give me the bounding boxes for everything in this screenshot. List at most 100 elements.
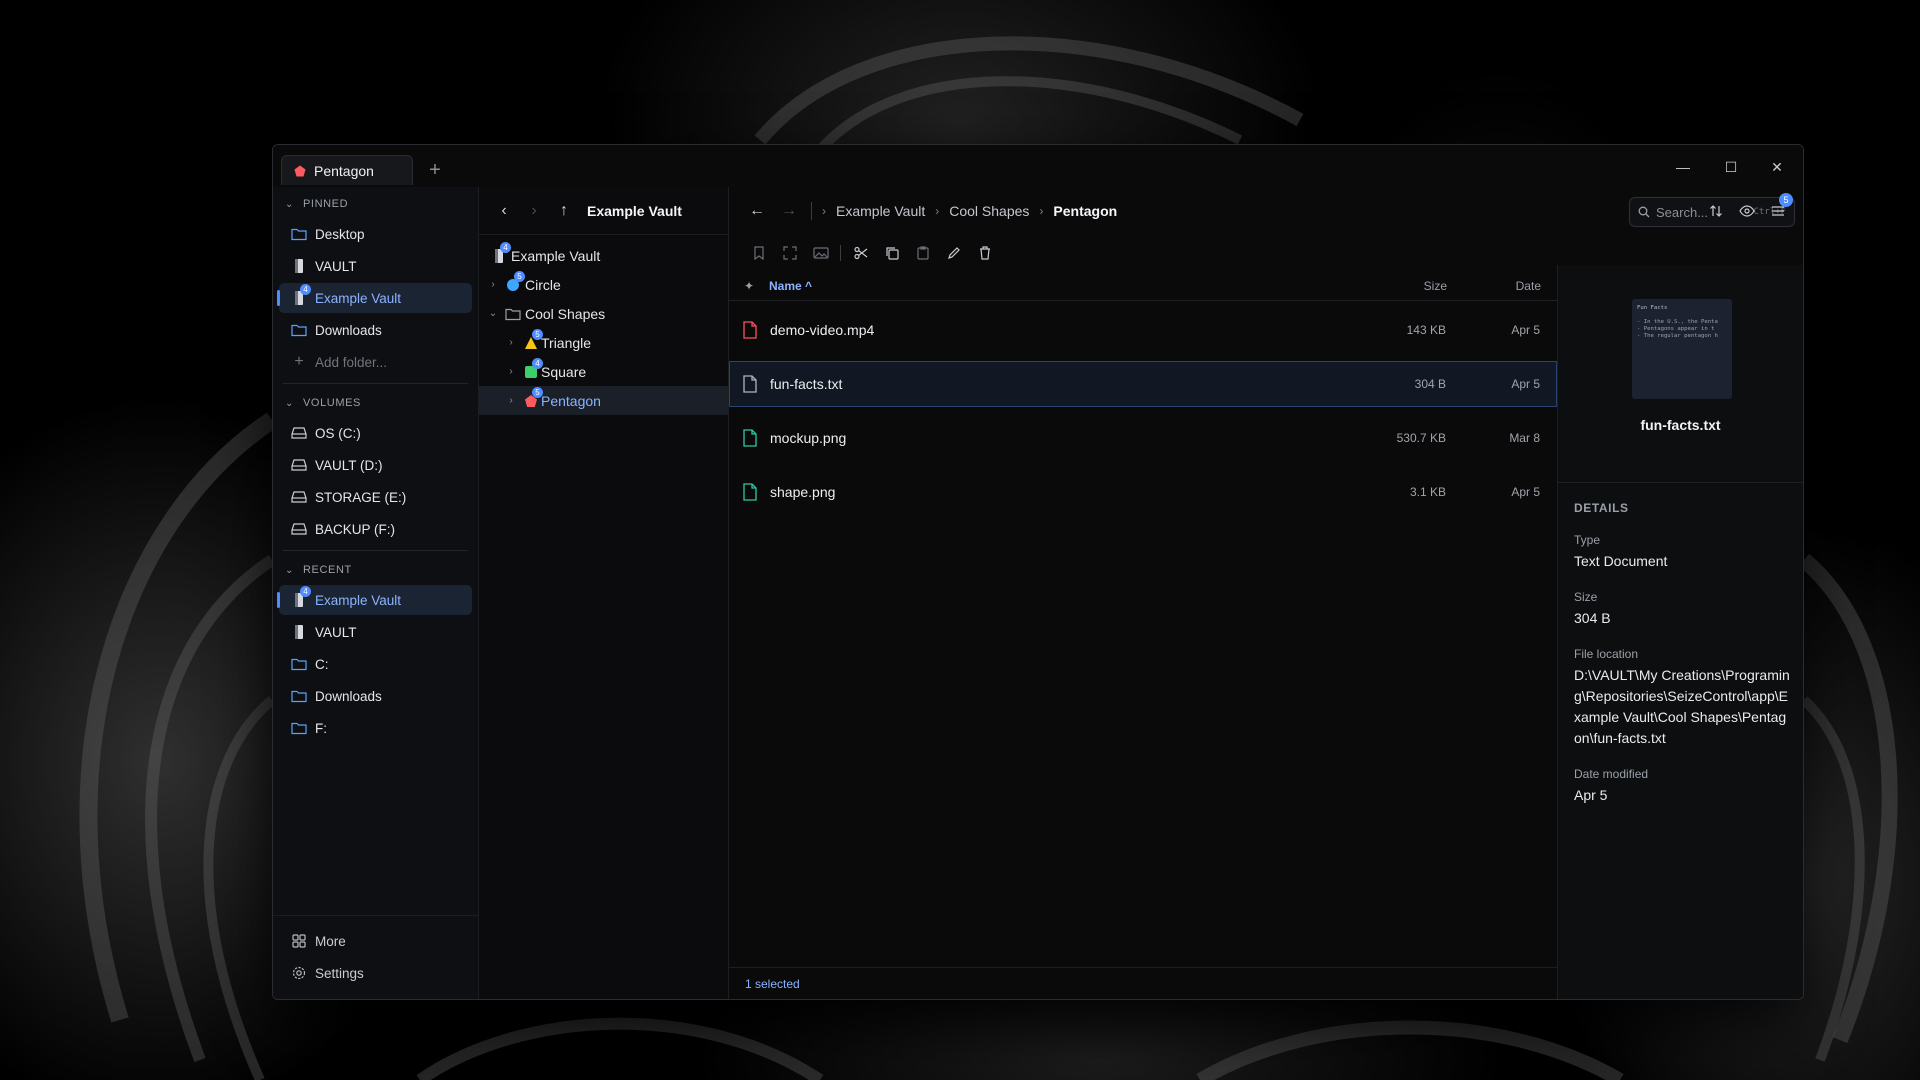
selection-count: 1 selected xyxy=(745,976,800,991)
preview-toggle-button[interactable] xyxy=(1731,197,1762,225)
folder-icon xyxy=(291,688,307,704)
chevron-down-icon: ⌄ xyxy=(285,564,294,576)
image-button[interactable] xyxy=(805,239,836,267)
copy-icon xyxy=(885,247,899,260)
more-button[interactable]: More xyxy=(279,926,472,956)
date-modified-value: Apr 5 xyxy=(1574,787,1608,803)
section-header-pinned[interactable]: ⌄ PINNED xyxy=(273,191,478,217)
file-size: 304 B xyxy=(1414,377,1446,391)
size-value: 304 B xyxy=(1574,610,1611,626)
maximize-button[interactable]: ☐ xyxy=(1709,153,1753,181)
back-arrow-icon[interactable]: ‹ xyxy=(489,202,519,220)
chevron-right-icon[interactable]: › xyxy=(505,366,517,377)
tree-node-triangle[interactable]: › 5 Triangle xyxy=(479,328,728,357)
recent-item-c[interactable]: C: xyxy=(279,649,472,679)
chevron-right-icon[interactable]: › xyxy=(487,279,499,290)
count-badge: 5 xyxy=(1779,193,1793,207)
rename-button[interactable] xyxy=(938,239,969,267)
recent-item-example-vault[interactable]: 4 Example Vault xyxy=(277,585,472,615)
tab-label: Pentagon xyxy=(314,162,374,179)
recent-item-downloads[interactable]: Downloads xyxy=(279,681,472,711)
folder-icon xyxy=(291,322,307,338)
file-date: Apr 5 xyxy=(1511,323,1540,337)
tree-header: ‹ › ↑ Example Vault xyxy=(479,187,728,235)
pentagon-shape-icon: 5 xyxy=(523,386,543,409)
column-size[interactable]: Size xyxy=(1327,279,1447,293)
close-button[interactable]: ✕ xyxy=(1755,153,1799,181)
bookmark-button[interactable] xyxy=(743,239,774,267)
up-arrow-icon[interactable]: ↑ xyxy=(549,202,579,220)
tree-node-example-vault[interactable]: 4 Example Vault xyxy=(479,241,728,270)
minimize-button[interactable]: — xyxy=(1661,153,1705,181)
triangle-shape-icon: 5 xyxy=(523,328,543,351)
section-header-volumes[interactable]: ⌄ VOLUMES xyxy=(273,390,478,416)
chevron-down-icon[interactable]: ⌄ xyxy=(487,308,499,319)
folder-icon xyxy=(291,656,307,672)
sidebar-item-vault[interactable]: VAULT xyxy=(279,251,472,281)
size-label: Size xyxy=(1574,590,1598,604)
sidebar-item-backup-f[interactable]: BACKUP (F:) xyxy=(279,514,472,544)
count-badge: 4 xyxy=(532,357,543,369)
column-date[interactable]: Date xyxy=(1447,279,1557,293)
file-name: demo-video.mp4 xyxy=(770,322,875,338)
details-toggle-button[interactable]: 5 xyxy=(1762,193,1793,225)
chevron-right-icon[interactable]: › xyxy=(505,395,517,406)
tree-node-circle[interactable]: › 5 Circle xyxy=(479,270,728,299)
section-header-recent[interactable]: ⌄ RECENT xyxy=(273,557,478,583)
column-name[interactable]: Name ^ xyxy=(769,279,1327,293)
count-badge: 4 xyxy=(500,241,511,253)
breadcrumb-example-vault[interactable]: Example Vault xyxy=(836,203,925,219)
file-name: fun-facts.txt xyxy=(770,376,843,392)
circle-shape-icon: 5 xyxy=(505,270,525,293)
sort-button[interactable] xyxy=(1700,197,1731,225)
preview-file-name: fun-facts.txt xyxy=(1640,417,1721,433)
settings-button[interactable]: Settings xyxy=(279,958,472,988)
type-value: Text Document xyxy=(1574,553,1668,569)
recent-item-vault[interactable]: VAULT xyxy=(279,617,472,647)
sidebar-item-desktop[interactable]: Desktop xyxy=(279,219,472,249)
scissors-icon xyxy=(853,246,867,260)
sidebar-item-downloads[interactable]: Downloads xyxy=(279,315,472,345)
details-header: DETAILS xyxy=(1574,501,1629,515)
paste-button[interactable] xyxy=(907,239,938,267)
cut-button[interactable] xyxy=(845,239,876,267)
new-tab-button[interactable]: + xyxy=(423,159,447,183)
location-value: D:\VAULT\My Creations\Programing\Reposit… xyxy=(1574,667,1790,746)
drive-icon xyxy=(291,521,307,537)
sidebar-item-vault-d[interactable]: VAULT (D:) xyxy=(279,450,472,480)
tree-node-cool-shapes[interactable]: ⌄ Cool Shapes xyxy=(479,299,728,328)
vault-drive-icon xyxy=(291,624,307,640)
pentagon-icon xyxy=(294,165,306,176)
preview-thumbnail[interactable]: Fun Facts - In the U.S., the Penta - Pen… xyxy=(1632,299,1732,399)
sidebar-item-example-vault[interactable]: 4 Example Vault xyxy=(277,283,472,313)
add-folder-button[interactable]: + Add folder... xyxy=(279,347,472,377)
file-row-demo-video[interactable]: demo-video.mp4 143 KB Apr 5 xyxy=(729,307,1557,353)
sidebar-item-os-c[interactable]: OS (C:) xyxy=(279,418,472,448)
sidebar-footer: More Settings xyxy=(273,915,478,999)
tree-node-pentagon[interactable]: › 5 Pentagon xyxy=(479,386,728,415)
delete-button[interactable] xyxy=(969,239,1000,267)
file-row-fun-facts[interactable]: fun-facts.txt 304 B Apr 5 xyxy=(729,361,1557,407)
breadcrumb-cool-shapes[interactable]: Cool Shapes xyxy=(949,203,1029,219)
breadcrumb-pentagon[interactable]: Pentagon xyxy=(1053,203,1117,219)
view-toolbar: 5 xyxy=(1700,193,1793,229)
back-arrow-icon[interactable]: ← xyxy=(741,202,773,220)
drive-icon xyxy=(291,457,307,473)
file-row-mockup[interactable]: mockup.png 530.7 KB Mar 8 xyxy=(729,415,1557,461)
copy-button[interactable] xyxy=(876,239,907,267)
pin-icon[interactable]: ✦ xyxy=(729,279,769,293)
forward-arrow-icon[interactable]: › xyxy=(519,202,549,220)
chevron-right-icon[interactable]: › xyxy=(505,337,517,348)
recent-item-f[interactable]: F: xyxy=(279,713,472,743)
fullscreen-button[interactable] xyxy=(774,239,805,267)
forward-arrow-icon[interactable]: → xyxy=(773,202,805,220)
divider xyxy=(283,383,468,384)
sidebar-item-storage-e[interactable]: STORAGE (E:) xyxy=(279,482,472,512)
drive-icon xyxy=(291,425,307,441)
tree-node-square[interactable]: › 4 Square xyxy=(479,357,728,386)
sidebar: ⌄ PINNED Desktop VAULT 4 Example Vault D… xyxy=(273,187,479,999)
address-bar: ← → › Example Vault › Cool Shapes › Pent… xyxy=(729,187,1803,235)
tab-pentagon[interactable]: Pentagon xyxy=(281,155,413,185)
folder-icon xyxy=(291,720,307,736)
file-row-shape[interactable]: shape.png 3.1 KB Apr 5 xyxy=(729,469,1557,515)
